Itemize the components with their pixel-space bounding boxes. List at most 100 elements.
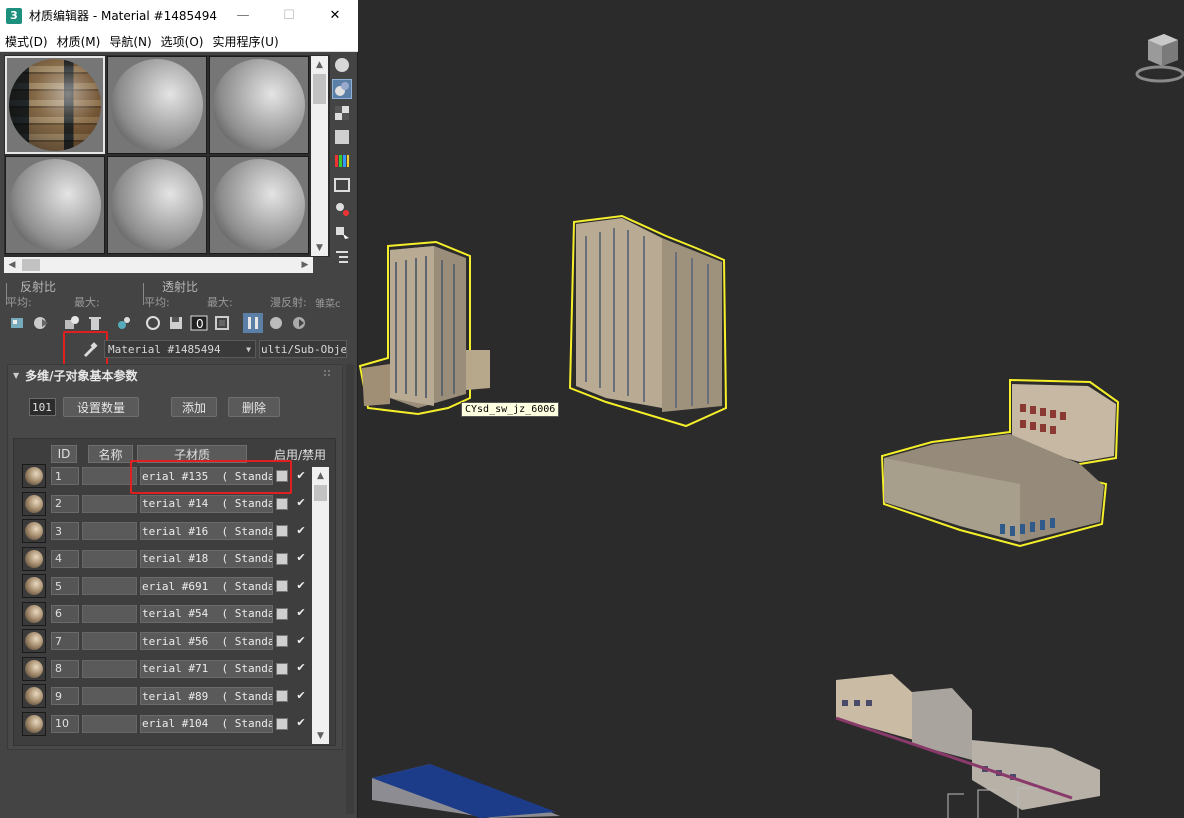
sub-material-id-field[interactable]: 8 (51, 659, 79, 678)
sort-by-name-button[interactable]: 名称 (88, 445, 133, 463)
menu-navigation[interactable]: 导航(N) (109, 33, 151, 50)
sample-slot-1[interactable] (5, 56, 105, 154)
enable-checkbox[interactable]: ✔ (294, 661, 308, 675)
sub-material-id-field[interactable]: 9 (51, 687, 79, 705)
sub-material-name-field[interactable] (82, 577, 137, 595)
save-icon[interactable] (166, 313, 186, 333)
go-forward-sibling-icon[interactable] (289, 313, 309, 333)
sub-material-color-swatch[interactable] (276, 607, 288, 620)
enable-checkbox[interactable]: ✔ (294, 688, 308, 702)
sub-material-button[interactable]: terial #54 ( Standard (140, 604, 273, 623)
title-bar[interactable]: 3 材质编辑器 - Material #1485494 — ☐ ✕ (0, 0, 358, 31)
sub-material-name-field[interactable] (82, 522, 137, 540)
sub-material-name-field[interactable] (82, 549, 137, 568)
sort-by-id-button[interactable]: ID (51, 445, 77, 463)
material-count-field[interactable]: 101 (29, 398, 56, 416)
background-icon[interactable] (332, 103, 352, 123)
sample-slot-4[interactable] (5, 156, 105, 254)
video-color-check-icon[interactable] (332, 151, 352, 171)
sample-slot-3[interactable] (209, 56, 309, 154)
close-button[interactable]: ✕ (312, 0, 358, 31)
sub-material-thumbnail[interactable] (22, 629, 46, 653)
get-material-icon[interactable] (8, 313, 28, 333)
sub-material-color-swatch[interactable] (276, 690, 288, 702)
sub-material-thumbnail[interactable] (22, 656, 46, 681)
options-icon[interactable] (332, 199, 352, 219)
viewcube-icon[interactable] (1134, 30, 1184, 86)
sub-material-id-field[interactable]: 2 (51, 494, 79, 513)
backlight-icon[interactable] (332, 79, 352, 99)
scroll-down-icon[interactable]: ▼ (311, 239, 328, 256)
enable-checkbox[interactable]: ✔ (294, 523, 308, 537)
sub-material-name-field[interactable] (82, 659, 137, 678)
add-button[interactable]: 添加 (171, 397, 217, 417)
sub-material-name-field[interactable] (82, 687, 137, 705)
delete-button[interactable]: 删除 (228, 397, 280, 417)
sub-material-color-swatch[interactable] (276, 717, 288, 730)
sub-material-name-field[interactable] (82, 714, 137, 733)
uv-tiling-icon[interactable] (332, 127, 352, 147)
enable-checkbox[interactable]: ✔ (294, 633, 308, 647)
sub-material-color-swatch[interactable] (276, 662, 288, 675)
scroll-up-icon[interactable]: ▲ (312, 467, 329, 484)
sub-material-thumbnail[interactable] (22, 546, 46, 571)
menu-options[interactable]: 选项(O) (161, 33, 204, 50)
scroll-thumb[interactable] (313, 74, 326, 104)
scroll-thumb[interactable] (314, 485, 327, 501)
sample-slot-6[interactable] (209, 156, 309, 254)
sub-material-button[interactable]: erial #104 ( Standard (140, 714, 273, 733)
set-count-button[interactable]: 设置数量 (63, 397, 139, 417)
sub-material-button[interactable]: terial #56 ( Standard (140, 632, 273, 650)
maximize-button[interactable]: ☐ (266, 0, 312, 31)
collapse-triangle-icon[interactable]: ▼ (13, 371, 19, 380)
enable-checkbox[interactable]: ✔ (294, 551, 308, 565)
make-unique-icon[interactable] (114, 313, 134, 333)
show-end-result-icon[interactable] (243, 313, 263, 333)
building-model-blue-roof[interactable] (370, 760, 560, 818)
sub-material-name-field[interactable] (82, 632, 137, 650)
sub-material-button[interactable]: terial #14 ( Standard (140, 494, 273, 513)
material-map-navigator-icon[interactable] (332, 247, 352, 267)
menu-utilities[interactable]: 实用程序(U) (212, 33, 278, 50)
panel-scrollbar[interactable] (346, 364, 354, 814)
sample-slot-5[interactable] (107, 156, 207, 254)
sample-slots-hscrollbar[interactable]: ◀ ▶ (4, 257, 313, 273)
building-model-tall-1[interactable] (358, 238, 498, 428)
chevron-down-icon[interactable]: ▼ (246, 341, 251, 359)
sub-material-id-field[interactable]: 1 (51, 467, 79, 485)
building-model-tall-2[interactable] (566, 212, 730, 432)
sub-material-thumbnail[interactable] (22, 711, 46, 736)
rollout-header[interactable]: ▼ 多维/子对象基本参数 (7, 365, 138, 385)
sub-material-thumbnail[interactable] (22, 684, 46, 708)
enable-checkbox[interactable]: ✔ (294, 468, 308, 482)
enable-checkbox[interactable]: ✔ (294, 716, 308, 730)
scroll-down-icon[interactable]: ▼ (312, 727, 329, 744)
enable-checkbox[interactable]: ✔ (294, 496, 308, 510)
scroll-up-icon[interactable]: ▲ (311, 56, 328, 73)
sub-material-color-swatch[interactable] (276, 635, 288, 647)
sub-material-name-field[interactable] (82, 467, 137, 485)
sample-slot-2[interactable] (107, 56, 207, 154)
sub-material-thumbnail[interactable] (22, 574, 46, 598)
sub-material-color-swatch[interactable] (276, 580, 288, 592)
make-preview-icon[interactable] (332, 175, 352, 195)
scroll-left-icon[interactable]: ◀ (4, 257, 20, 273)
sub-material-thumbnail[interactable] (22, 491, 46, 516)
material-type-button[interactable]: ulti/Sub-Object (259, 340, 347, 358)
assign-to-selection-icon[interactable] (62, 313, 82, 333)
scroll-thumb[interactable] (22, 259, 40, 271)
sample-type-icon[interactable] (332, 55, 352, 75)
put-to-scene-icon[interactable] (31, 313, 51, 333)
sub-material-id-field[interactable]: 7 (51, 632, 79, 650)
sub-material-scrollbar[interactable]: ▲ ▼ (312, 467, 329, 744)
show-shaded-material-icon[interactable] (212, 313, 232, 333)
minimize-button[interactable]: — (220, 0, 266, 31)
sub-material-id-field[interactable]: 4 (51, 549, 79, 568)
sub-material-button[interactable]: terial #89 ( Standard (140, 687, 273, 705)
put-to-library-icon[interactable] (143, 313, 163, 333)
material-id-channel-icon[interactable]: 0 (189, 313, 209, 333)
sub-material-thumbnail[interactable] (22, 601, 46, 626)
enable-checkbox[interactable]: ✔ (294, 578, 308, 592)
select-by-material-icon[interactable] (332, 223, 352, 243)
scroll-right-icon[interactable]: ▶ (297, 257, 313, 273)
